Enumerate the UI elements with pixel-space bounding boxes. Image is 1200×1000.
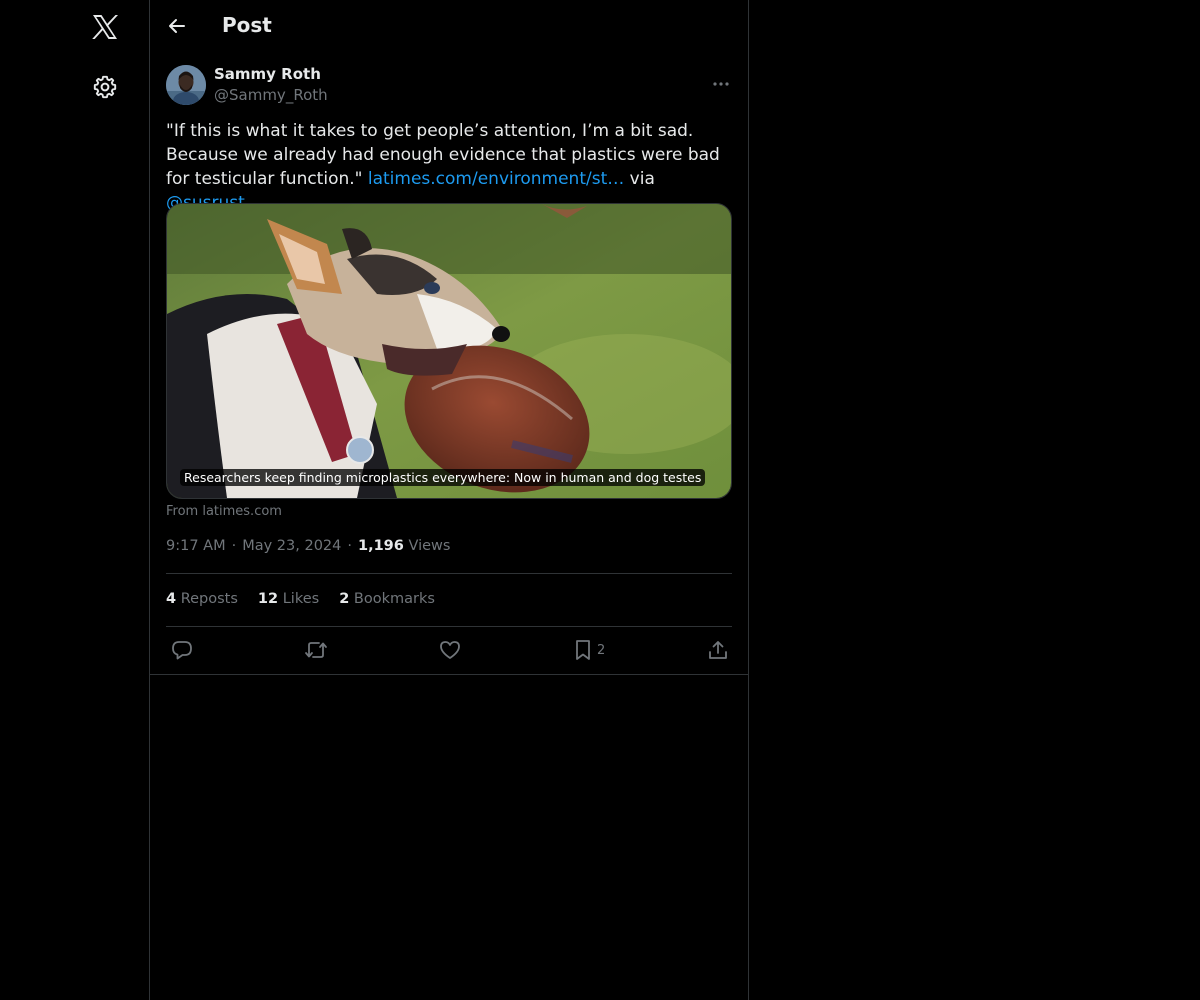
app: Post Sammy Roth @Sammy_Roth "If this is …	[0, 0, 1200, 1000]
likes-label: Likes	[282, 591, 320, 607]
bookmarks-stat[interactable]: 2 Bookmarks	[339, 591, 435, 607]
back-arrow-icon[interactable]	[166, 15, 188, 37]
action-bar: 2	[166, 639, 732, 663]
like-icon	[440, 641, 460, 659]
share-button[interactable]	[707, 639, 729, 663]
views-label: Views	[408, 538, 451, 554]
meta-separator: ·	[347, 538, 352, 554]
reply-button[interactable]	[171, 639, 193, 663]
reposts-label: Reposts	[180, 591, 238, 607]
like-button[interactable]	[439, 639, 461, 663]
author-handle[interactable]: @Sammy_Roth	[214, 86, 328, 104]
post-time[interactable]: 9:17 AM	[166, 538, 226, 554]
divider	[166, 573, 732, 574]
bookmark-button[interactable]: 2	[573, 639, 605, 663]
author-name[interactable]: Sammy Roth	[214, 65, 321, 83]
page-title: Post	[222, 13, 272, 37]
share-icon	[709, 641, 727, 659]
post-date[interactable]: May 23, 2024	[242, 538, 341, 554]
gear-icon[interactable]	[93, 75, 117, 99]
post-meta: 9:17 AM · May 23, 2024 · 1,196 Views	[166, 538, 450, 554]
bookmark-count: 2	[597, 642, 606, 658]
bookmarks-label: Bookmarks	[353, 591, 435, 607]
bookmark-icon	[576, 640, 590, 660]
avatar[interactable]	[166, 65, 206, 105]
post-bottom-divider	[150, 674, 748, 675]
via-text: via	[624, 169, 655, 189]
article-link[interactable]: latimes.com/environment/st…	[368, 169, 624, 189]
views-count: 1,196	[358, 538, 404, 554]
more-icon[interactable]	[712, 72, 730, 86]
reply-icon	[172, 641, 192, 660]
post-text: "If this is what it takes to get people’…	[166, 119, 732, 215]
reposts-count: 4	[166, 591, 177, 607]
divider	[166, 626, 732, 627]
bookmarks-count: 2	[339, 591, 350, 607]
meta-separator: ·	[231, 538, 237, 554]
card-source[interactable]: From latimes.com	[166, 504, 282, 519]
link-card[interactable]: Researchers keep finding microplastics e…	[166, 203, 732, 499]
card-caption: Researchers keep finding microplastics e…	[180, 469, 706, 486]
post-detail-column: Post Sammy Roth @Sammy_Roth "If this is …	[150, 0, 749, 1000]
likes-stat[interactable]: 12 Likes	[258, 591, 319, 607]
header: Post	[150, 0, 748, 54]
x-logo-icon[interactable]	[91, 13, 119, 41]
likes-count: 12	[257, 591, 279, 607]
engagement-stats: 4 Reposts 12 Likes 2 Bookmarks	[166, 591, 455, 607]
repost-icon	[305, 642, 327, 658]
left-nav	[0, 0, 150, 1000]
reposts-stat[interactable]: 4 Reposts	[166, 591, 238, 607]
repost-button[interactable]	[304, 639, 328, 663]
card-image	[167, 204, 731, 498]
